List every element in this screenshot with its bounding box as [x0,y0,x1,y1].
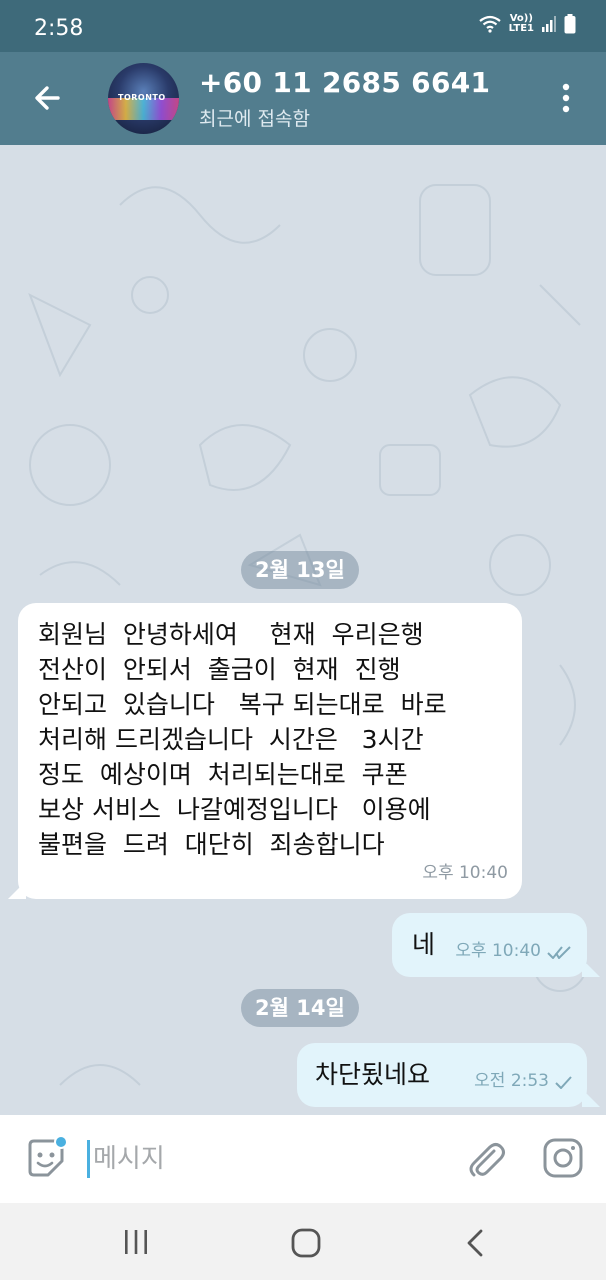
paperclip-icon[interactable] [464,1137,508,1181]
status-time: 2:58 [34,16,84,41]
new-stickers-dot [54,1135,68,1149]
message-meta: 오후 10:40 [422,856,508,891]
signal-icon [542,16,556,32]
status-bar: 2:58 Vo)) LTE1 [0,0,606,52]
contact-name[interactable]: +60 11 2685 6641 [199,66,490,99]
system-nav-bar [0,1203,606,1280]
date-separator: 2월 14일 [241,989,359,1027]
message-text: 회원님 안녕하세여 현재 우리은행 전산이 안되서 출금이 현재 진행 안되고 … [38,620,447,859]
message-input[interactable] [93,1137,423,1181]
camera-icon[interactable] [542,1137,584,1179]
date-separator: 2월 13일 [241,551,359,589]
battery-icon [564,14,576,34]
message-meta: 오전 2:53 [474,1064,573,1099]
message-time: 오전 2:53 [474,1071,549,1091]
message-list[interactable]: 2월 13일 회원님 안녕하세여 현재 우리은행 전산이 안되서 출금이 현재 … [0,145,606,1115]
more-vert-icon[interactable] [552,78,580,118]
text-cursor [87,1140,90,1178]
outgoing-message-bubble[interactable]: 차단됬네요 오전 2:53 [297,1043,587,1107]
recent-apps-icon[interactable] [120,1227,152,1257]
home-icon[interactable] [290,1227,322,1259]
single-check-sent-icon [555,1075,572,1089]
contact-avatar[interactable]: TORONTO [108,63,179,134]
outgoing-message-bubble[interactable]: 네 오후 10:40 [392,913,587,977]
wifi-icon [478,15,501,33]
message-text: 차단됬네요 [315,1060,431,1089]
network-type: Vo)) LTE1 [508,13,534,34]
chat-header: TORONTO +60 11 2685 6641 최근에 접속함 [0,52,606,145]
back-arrow-icon[interactable] [28,78,68,118]
contact-last-seen: 최근에 접속함 [199,108,310,130]
message-text: 네 [412,930,436,959]
avatar-sign-text: TORONTO [118,93,166,102]
incoming-message-bubble[interactable]: 회원님 안녕하세여 현재 우리은행 전산이 안되서 출금이 현재 진행 안되고 … [18,603,522,899]
back-nav-icon[interactable] [462,1227,488,1259]
double-check-read-icon [547,945,571,959]
message-meta: 오후 10:40 [455,934,573,969]
message-time: 오후 10:40 [455,941,541,961]
status-icons: Vo)) LTE1 [478,13,576,34]
message-composer [0,1115,606,1203]
message-time: 오후 10:40 [422,863,508,883]
